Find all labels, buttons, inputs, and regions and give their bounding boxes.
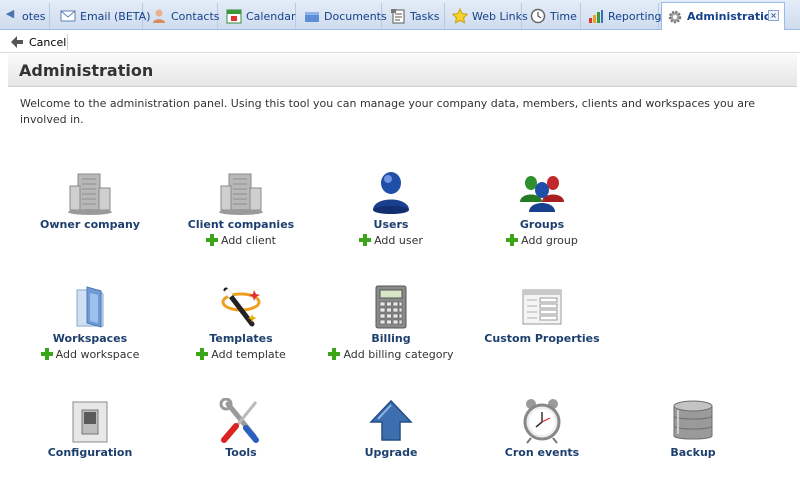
add-label: Add client xyxy=(220,233,276,247)
tools-icon xyxy=(219,398,259,443)
scroll-left-icon[interactable]: ◀ xyxy=(3,7,17,21)
templates-item[interactable]: Templates Add template xyxy=(166,284,316,364)
web-links-icon xyxy=(452,8,468,24)
page-title-bar: Administration xyxy=(8,54,797,87)
tab-documents[interactable]: Documents xyxy=(299,3,387,29)
cancel-label: Cancel xyxy=(29,35,67,49)
tab-label: Email (BETA) xyxy=(80,9,151,23)
add-user-link[interactable]: Add user xyxy=(359,234,423,247)
tab-label: Reporting xyxy=(608,9,662,23)
item-label: Cron events xyxy=(504,446,580,459)
reporting-icon xyxy=(589,10,603,23)
toolbar: Cancel xyxy=(0,30,800,53)
tab-label: Time xyxy=(550,9,577,23)
item-label: Tools xyxy=(225,446,257,459)
plus-icon xyxy=(40,348,53,360)
add-workspace-link[interactable]: Add workspace xyxy=(40,347,140,361)
item-label: Upgrade xyxy=(364,446,418,459)
plus-icon xyxy=(359,234,372,246)
tasks-icon xyxy=(391,9,405,24)
calculator-icon xyxy=(375,285,407,329)
plus-icon xyxy=(205,234,218,246)
calendar-icon xyxy=(226,9,242,24)
add-label: Add workspace xyxy=(55,347,140,361)
add-template-link[interactable]: Add template xyxy=(196,347,286,361)
plus-icon xyxy=(506,234,519,246)
form-icon xyxy=(522,289,562,325)
switch-icon xyxy=(72,401,108,443)
page-title: Administration xyxy=(19,61,154,80)
item-label: Client companies xyxy=(187,218,295,231)
upgrade-arrow-icon xyxy=(369,399,413,441)
contacts-icon xyxy=(153,9,165,23)
close-icon[interactable]: × xyxy=(768,10,779,21)
tab-time[interactable]: Time xyxy=(525,3,581,29)
add-label: Add group xyxy=(521,233,578,247)
client-companies-item[interactable]: Client companies Add client xyxy=(166,170,316,250)
magic-wand-icon xyxy=(221,287,261,327)
tab-bar: ◀ otes Email (BETA) Contacts Calendar Do… xyxy=(0,0,800,30)
add-label: Add template xyxy=(211,347,286,361)
tab-label: Tasks xyxy=(410,9,440,23)
gear-icon xyxy=(668,10,682,23)
cancel-button[interactable]: Cancel xyxy=(10,34,66,50)
building-icon xyxy=(68,173,112,215)
building-icon xyxy=(219,173,263,215)
email-icon xyxy=(60,10,76,22)
tab-contacts[interactable]: Contacts xyxy=(146,3,220,29)
database-icon xyxy=(673,400,713,440)
plus-icon xyxy=(196,348,209,360)
tab-label: Administration xyxy=(687,10,780,23)
item-label: Workspaces xyxy=(52,332,128,345)
add-group-link[interactable]: Add group xyxy=(506,234,578,247)
billing-item[interactable]: Billing Add billing category xyxy=(316,284,466,364)
owner-company-item[interactable]: Owner company xyxy=(15,170,165,231)
intro-text: Welcome to the administration panel. Usi… xyxy=(20,97,756,126)
tools-item[interactable]: Tools xyxy=(166,398,316,459)
tab-administration[interactable]: Administration × xyxy=(661,2,785,30)
user-icon xyxy=(373,172,409,214)
item-label: Custom Properties xyxy=(484,332,600,345)
users-item[interactable]: Users Add user xyxy=(316,170,466,250)
tab-tasks[interactable]: Tasks xyxy=(385,3,445,29)
item-label: Users xyxy=(373,218,409,231)
tab-label: Web Links xyxy=(472,9,528,23)
item-label: Backup xyxy=(670,446,716,459)
tab-label: otes xyxy=(22,9,46,23)
tab-reporting[interactable]: Reporting xyxy=(583,3,662,29)
add-label: Add user xyxy=(374,233,423,247)
documents-icon xyxy=(305,12,319,22)
folder-icon xyxy=(76,286,104,328)
arrow-left-icon xyxy=(11,36,23,48)
toolbar-separator xyxy=(67,34,68,50)
alarm-clock-icon xyxy=(523,399,561,444)
tab-email[interactable]: Email (BETA) xyxy=(55,3,151,29)
tab-label: Calendar xyxy=(246,9,296,23)
plus-icon xyxy=(328,348,341,360)
add-client-link[interactable]: Add client xyxy=(205,233,276,247)
configuration-item[interactable]: Configuration xyxy=(15,398,165,459)
groups-item[interactable]: Groups Add group xyxy=(467,170,617,250)
item-label: Groups xyxy=(519,218,565,231)
item-label: Owner company xyxy=(40,218,140,231)
time-icon xyxy=(530,8,546,24)
group-icon xyxy=(520,176,564,212)
tab-calendar[interactable]: Calendar xyxy=(221,3,296,29)
backup-item[interactable]: Backup xyxy=(618,398,768,459)
item-label: Billing xyxy=(371,332,411,345)
upgrade-item[interactable]: Upgrade xyxy=(316,398,466,459)
add-label: Add billing category xyxy=(343,347,454,361)
item-label: Configuration xyxy=(47,446,133,459)
tab-label: Documents xyxy=(324,9,387,23)
custom-properties-item[interactable]: Custom Properties xyxy=(467,284,617,345)
tab-notes[interactable]: otes xyxy=(17,3,50,29)
tab-web-links[interactable]: Web Links xyxy=(447,3,528,29)
tab-label: Contacts xyxy=(171,9,220,23)
workspaces-item[interactable]: Workspaces Add workspace xyxy=(15,284,165,364)
cron-events-item[interactable]: Cron events xyxy=(467,398,617,459)
item-label: Templates xyxy=(209,332,273,345)
add-billing-category-link[interactable]: Add billing category xyxy=(328,347,454,361)
